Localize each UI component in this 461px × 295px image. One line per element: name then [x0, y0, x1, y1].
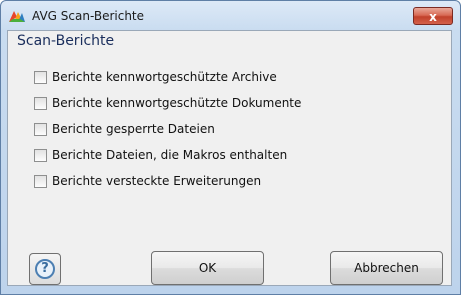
cancel-button[interactable]: Abbrechen: [330, 251, 443, 285]
option-label: Berichte versteckte Erweiterungen: [52, 174, 262, 188]
option-label: Berichte Dateien, die Makros enthalten: [52, 148, 288, 162]
option-password-documents[interactable]: Berichte kennwortgeschützte Dokumente: [34, 90, 301, 116]
option-hidden-extensions[interactable]: Berichte versteckte Erweiterungen: [34, 168, 301, 194]
avg-logo-icon: [9, 11, 25, 22]
close-icon: x: [429, 10, 437, 24]
option-label: Berichte kennwortgeschützte Archive: [52, 70, 277, 84]
checkbox[interactable]: [34, 122, 47, 136]
title-bar[interactable]: AVG Scan-Berichte x: [1, 1, 460, 31]
checkbox[interactable]: [34, 148, 47, 162]
section-heading: Scan-Berichte: [17, 33, 115, 49]
checkbox[interactable]: [34, 96, 47, 110]
close-button[interactable]: x: [413, 7, 453, 25]
option-password-archives[interactable]: Berichte kennwortgeschützte Archive: [34, 64, 301, 90]
options-list: Berichte kennwortgeschützte Archive Beri…: [34, 64, 301, 194]
ok-button[interactable]: OK: [151, 251, 264, 285]
checkbox[interactable]: [34, 174, 47, 188]
option-locked-files[interactable]: Berichte gesperrte Dateien: [34, 116, 301, 142]
help-button[interactable]: ?: [29, 253, 61, 285]
help-icon: ?: [35, 259, 55, 279]
option-label: Berichte kennwortgeschützte Dokumente: [52, 96, 302, 110]
option-label: Berichte gesperrte Dateien: [52, 122, 215, 136]
window-title: AVG Scan-Berichte: [32, 9, 145, 23]
option-macro-files[interactable]: Berichte Dateien, die Makros enthalten: [34, 142, 301, 168]
checkbox[interactable]: [34, 70, 47, 84]
